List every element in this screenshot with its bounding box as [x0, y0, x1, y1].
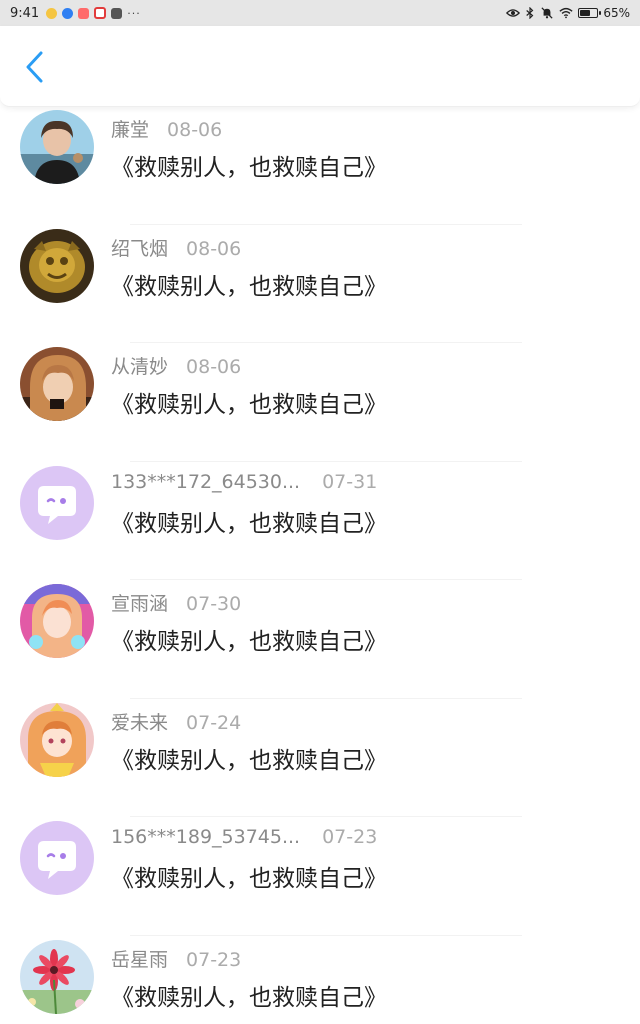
nickname[interactable]: 133***172_64530... — [111, 471, 300, 493]
page: 9:41 ··· 65% 廉堂 08-06 《救赎别人，也救赎自己》 绍飞烟 0… — [0, 0, 640, 1024]
nickname[interactable]: 156***189_53745... — [111, 826, 300, 848]
chat-bubble-icon — [20, 821, 94, 895]
list-item[interactable]: 156***189_53745... 07-23 《救赎别人，也救赎自己》 — [0, 817, 640, 936]
nickname[interactable]: 绍飞烟 — [111, 234, 168, 261]
list-item[interactable]: 岳星雨 07-23 《救赎别人，也救赎自己》 — [0, 936, 640, 1024]
comment-date: 07-23 — [186, 948, 242, 971]
comment-date: 08-06 — [167, 119, 223, 141]
battery-icon — [578, 8, 602, 18]
app-notification-icon — [94, 7, 107, 19]
status-time: 9:41 — [10, 5, 40, 21]
comment-meta: 156***189_53745... 07-23 — [111, 826, 377, 848]
comment-list: 廉堂 08-06 《救赎别人，也救赎自己》 绍飞烟 08-06 《救赎别人，也救… — [0, 106, 640, 1024]
back-button[interactable] — [18, 50, 52, 84]
comment-date: 07-24 — [186, 711, 242, 734]
nickname[interactable]: 廉堂 — [111, 115, 149, 142]
comment-meta: 133***172_64530... 07-31 — [111, 471, 377, 493]
nickname[interactable]: 从清妙 — [111, 352, 168, 379]
comment-text[interactable]: 《救赎别人，也救赎自己》 — [111, 148, 387, 182]
comment-meta: 廉堂 08-06 — [111, 115, 222, 142]
comment-meta: 从清妙 08-06 — [111, 352, 241, 379]
wifi-icon — [559, 7, 573, 19]
status-bar: 9:41 ··· 65% — [0, 0, 640, 26]
list-item[interactable]: 廉堂 08-06 《救赎别人，也救赎自己》 — [0, 106, 640, 225]
comment-text[interactable]: 《救赎别人，也救赎自己》 — [111, 978, 387, 1012]
more-notifications-icon: ··· — [127, 6, 141, 20]
comment-date: 08-06 — [186, 237, 242, 260]
comment-text[interactable]: 《救赎别人，也救赎自己》 — [111, 267, 387, 301]
avatar[interactable] — [20, 110, 94, 184]
comment-meta: 岳星雨 07-23 — [111, 945, 241, 972]
comment-meta: 宣雨涵 07-30 — [111, 589, 241, 616]
comment-date: 07-31 — [322, 470, 378, 493]
comment-text[interactable]: 《救赎别人，也救赎自己》 — [111, 385, 387, 419]
mute-bell-icon — [541, 7, 553, 19]
chevron-left-icon — [26, 51, 43, 83]
status-bar-right: 65% — [506, 6, 630, 20]
comment-text[interactable]: 《救赎别人，也救赎自己》 — [111, 859, 387, 893]
chat-bubble-icon — [20, 465, 94, 540]
nav-header — [0, 26, 640, 107]
avatar[interactable] — [20, 939, 94, 1014]
comment-date: 07-23 — [322, 826, 378, 848]
app-notification-icon — [78, 7, 90, 19]
bluetooth-icon — [526, 7, 534, 19]
battery-level — [580, 10, 591, 16]
avatar[interactable] — [20, 347, 94, 421]
list-item[interactable]: 绍飞烟 08-06 《救赎别人，也救赎自己》 — [0, 225, 640, 343]
avatar[interactable] — [20, 228, 94, 303]
status-bar-left: 9:41 ··· — [10, 6, 141, 21]
app-notification-icon — [111, 7, 123, 19]
app-notification-icon — [62, 7, 74, 19]
battery-percent: 65% — [603, 6, 630, 20]
list-item[interactable]: 爱未来 07-24 《救赎别人，也救赎自己》 — [0, 699, 640, 817]
nickname[interactable]: 爱未来 — [111, 708, 168, 735]
nickname[interactable]: 宣雨涵 — [111, 589, 168, 616]
list-item[interactable]: 133***172_64530... 07-31 《救赎别人，也救赎自己》 — [0, 462, 640, 580]
avatar[interactable] — [20, 702, 94, 777]
comment-text[interactable]: 《救赎别人，也救赎自己》 — [111, 622, 387, 656]
comment-text[interactable]: 《救赎别人，也救赎自己》 — [111, 741, 387, 775]
comment-text[interactable]: 《救赎别人，也救赎自己》 — [111, 504, 387, 538]
list-item[interactable]: 从清妙 08-06 《救赎别人，也救赎自己》 — [0, 343, 640, 462]
comment-date: 07-30 — [186, 593, 242, 615]
eye-icon — [506, 9, 521, 17]
comment-meta: 爱未来 07-24 — [111, 708, 241, 735]
comment-meta: 绍飞烟 08-06 — [111, 234, 241, 261]
app-notification-icon — [46, 7, 58, 19]
avatar[interactable] — [20, 465, 94, 540]
comment-date: 08-06 — [186, 356, 242, 378]
nickname[interactable]: 岳星雨 — [111, 945, 168, 972]
avatar[interactable] — [20, 821, 94, 895]
avatar[interactable] — [20, 584, 94, 658]
list-item[interactable]: 宣雨涵 07-30 《救赎别人，也救赎自己》 — [0, 580, 640, 699]
